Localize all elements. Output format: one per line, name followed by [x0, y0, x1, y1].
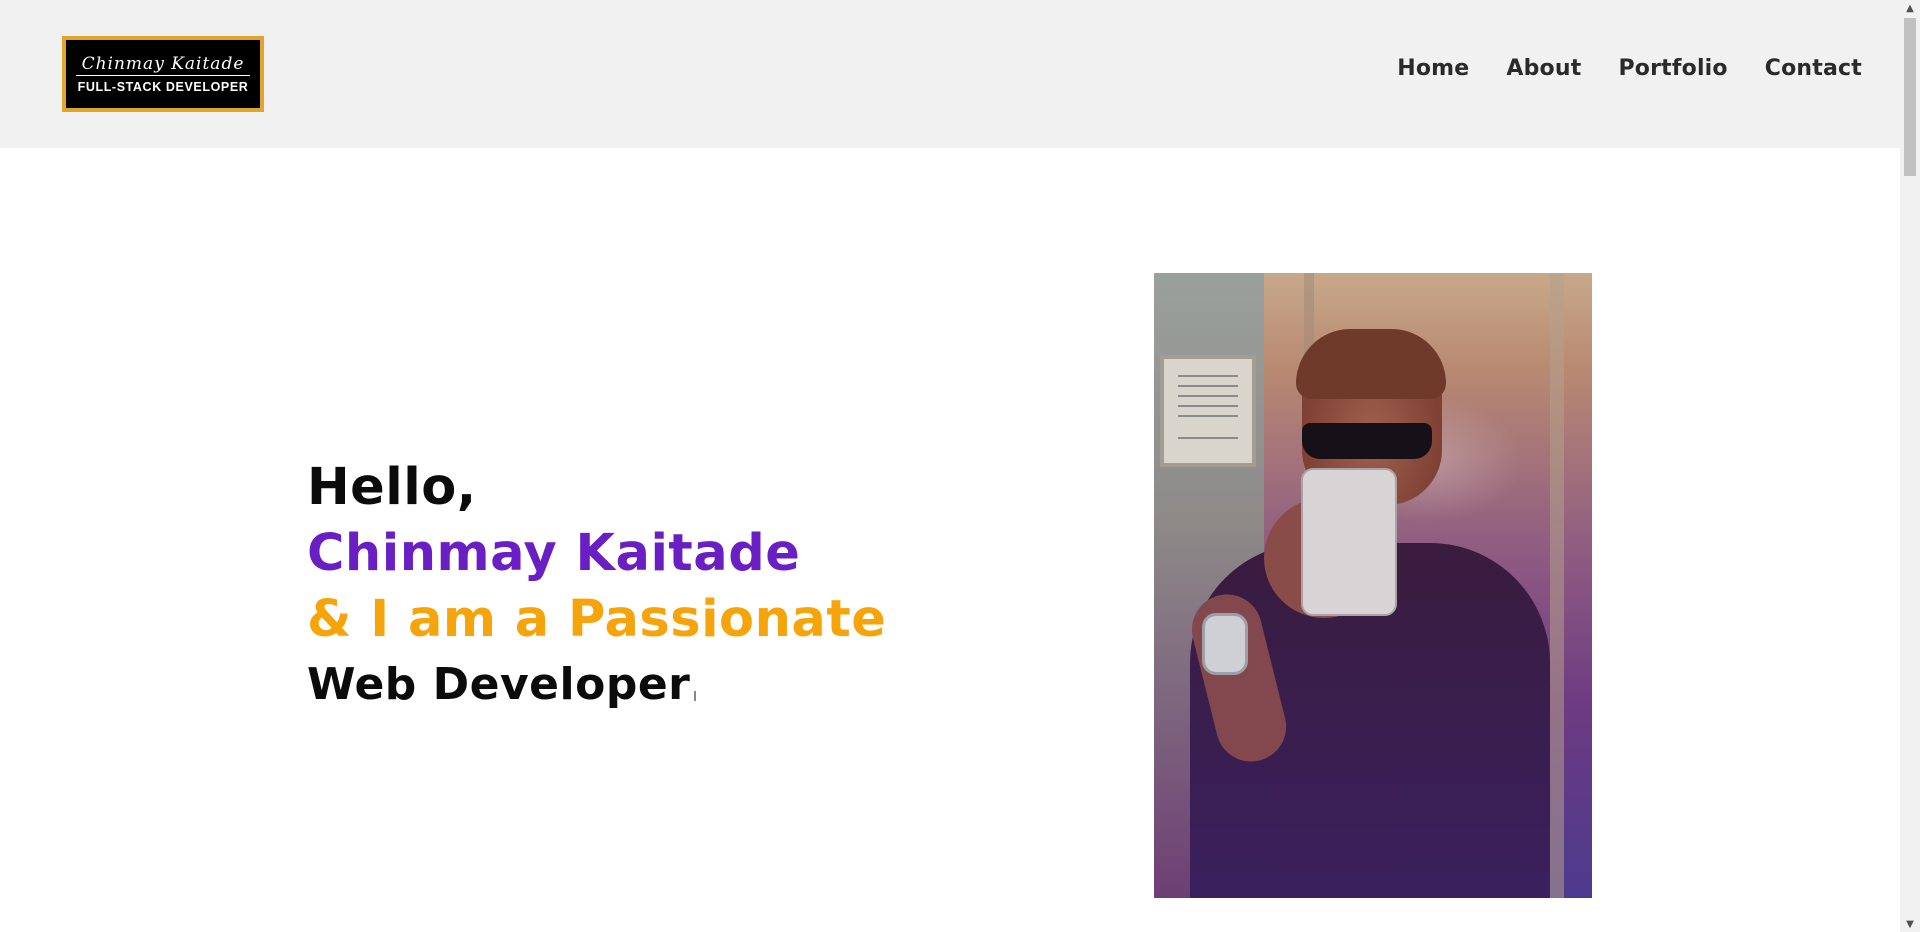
hero-name: Chinmay Kaitade — [307, 524, 801, 583]
nav-about-link[interactable]: About — [1506, 56, 1581, 81]
logo-signature: Chinmay Kaitade — [75, 54, 251, 76]
scrollbar-thumb[interactable] — [1904, 18, 1916, 176]
hero-intro: Hello, Chinmay Kaitade & I am a Passiona… — [307, 455, 886, 717]
logo[interactable]: Chinmay Kaitade FULL-STACK DEVELOPER — [62, 36, 264, 112]
hero-tagline: & I am a Passionate — [307, 590, 887, 649]
typing-cursor — [694, 691, 697, 701]
profile-photo — [1154, 273, 1592, 898]
photo-phone — [1301, 468, 1397, 616]
page-scrollbar[interactable]: ▲ ▼ — [1900, 0, 1920, 932]
photo-sunglasses — [1302, 423, 1432, 459]
hero-role-line: Web Developer — [307, 653, 886, 717]
hero-role: Web Developer — [307, 659, 691, 710]
triangle-down-icon[interactable]: ▼ — [1900, 916, 1920, 932]
photo-watch — [1202, 613, 1248, 675]
nav-home-link[interactable]: Home — [1397, 56, 1469, 81]
nav-contact-link[interactable]: Contact — [1765, 56, 1862, 81]
triangle-up-icon[interactable]: ▲ — [1900, 0, 1920, 16]
site-header: Chinmay Kaitade FULL-STACK DEVELOPER Hom… — [0, 0, 1900, 148]
photo-certificate — [1160, 355, 1256, 467]
photo-hair — [1296, 329, 1446, 399]
logo-subtitle: FULL-STACK DEVELOPER — [77, 80, 249, 94]
main-nav: Home About Portfolio Contact — [1397, 56, 1862, 81]
hero-greeting: Hello, — [307, 458, 477, 517]
page: Chinmay Kaitade FULL-STACK DEVELOPER Hom… — [0, 0, 1900, 932]
nav-portfolio-link[interactable]: Portfolio — [1618, 56, 1727, 81]
